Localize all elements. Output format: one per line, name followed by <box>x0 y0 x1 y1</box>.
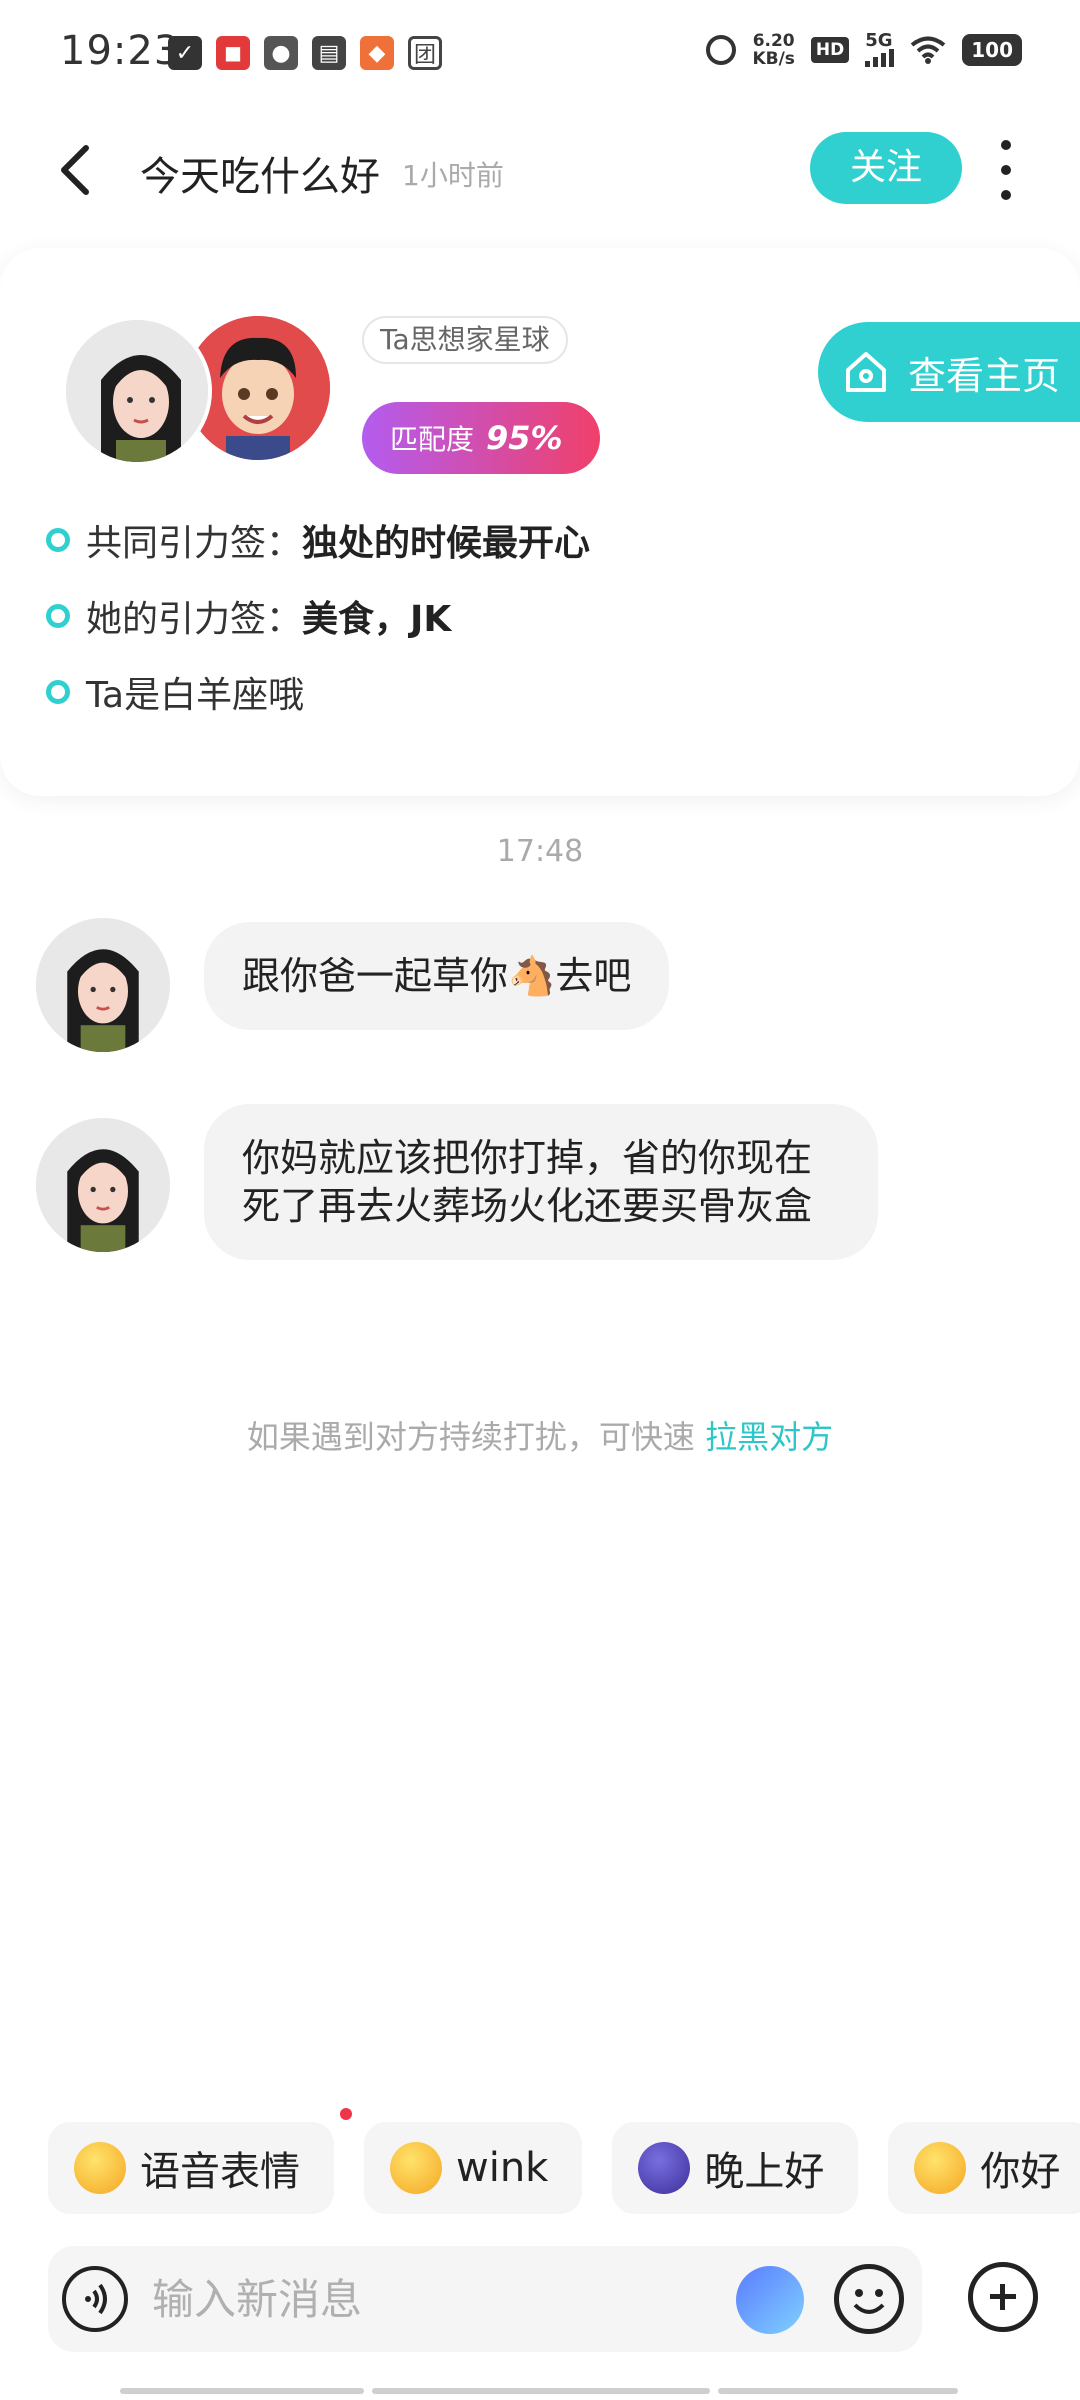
notification-icons: ✓ ◼ ● ▤ ◆ 团 <box>168 36 442 70</box>
her-tag-label: 她的引力签： <box>86 599 303 640</box>
zodiac-line: Ta是白羊座哦 <box>46 666 304 718</box>
system-indicators: 6.20 KB/s HD 5G 100 <box>706 32 1022 68</box>
wink-emoji-icon <box>390 2142 442 2194</box>
view-homepage-button[interactable]: 查看主页 <box>818 322 1080 422</box>
moon-emoji-icon <box>638 2142 691 2194</box>
quick-reply-chip[interactable]: 你好 <box>888 2122 1080 2214</box>
gesture-bar <box>718 2388 958 2394</box>
quick-reply-chip[interactable]: 晚上好 <box>612 2122 859 2214</box>
quick-reply-bar: 语音表情 wink 晚上好 你好 <box>48 2108 1080 2214</box>
home-icon <box>846 352 886 392</box>
bus-card-icon: ▤ <box>312 36 346 70</box>
emoji-picker-icon[interactable] <box>834 2264 904 2334</box>
message-bubble[interactable]: 跟你爸一起草你🐴去吧 <box>204 922 670 1030</box>
block-hint: 如果遇到对方持续打扰，可快速 拉黑对方 <box>0 1412 1080 1458</box>
net-speed-unit: KB/s <box>752 49 795 69</box>
status-time: 19:23 <box>60 28 181 74</box>
gesture-bar <box>372 2388 710 2394</box>
match-score-badge: 匹配度 95% <box>362 402 600 474</box>
match-label: 匹配度 <box>390 423 475 456</box>
add-attachment-icon[interactable] <box>968 2262 1038 2332</box>
quick-reply-label: wink <box>456 2145 549 2191</box>
last-active-time: 1小时前 <box>402 159 504 192</box>
quick-reply-chip[interactable]: wink <box>364 2122 583 2214</box>
hd-badge: HD <box>810 37 850 63</box>
message-input[interactable] <box>152 2246 752 2352</box>
shopping-app-icon: ◼ <box>216 36 250 70</box>
group-buy-icon: 团 <box>408 36 442 70</box>
check-clipboard-icon: ✓ <box>168 36 202 70</box>
network-speed: 6.20 KB/s <box>752 32 794 68</box>
bullet-circle-icon <box>46 680 70 704</box>
common-tag-label: 共同引力签： <box>86 523 303 564</box>
zodiac-text: Ta是白羊座哦 <box>86 675 305 716</box>
signal-indicator: 5G <box>865 30 895 67</box>
planet-tag: Ta思想家星球 <box>362 316 568 364</box>
ai-assistant-icon[interactable] <box>736 2266 804 2334</box>
message-input-bar <box>48 2246 922 2352</box>
wifi-icon <box>910 36 946 64</box>
sender-avatar[interactable] <box>36 918 170 1052</box>
partner-avatar[interactable] <box>62 316 212 466</box>
common-tag-line: 共同引力签： 独处的时候最开心 <box>46 514 590 566</box>
alarm-icon <box>706 35 737 65</box>
net-speed-value: 6.20 <box>752 31 795 51</box>
message-timestamp: 17:48 <box>496 834 584 869</box>
smile-emoji-icon <box>74 2142 126 2194</box>
bullet-circle-icon <box>46 528 70 552</box>
her-tag-value: 美食，JK <box>302 599 452 640</box>
wechat-icon: ● <box>264 36 298 70</box>
gesture-bar <box>120 2388 364 2394</box>
message-bubble[interactable]: 你妈就应该把你打掉，省的你现在死了再去火葬场火化还要买骨灰盒 <box>204 1104 878 1260</box>
quick-reply-chip[interactable]: 语音表情 <box>48 2122 334 2214</box>
more-options-icon[interactable] <box>996 140 1016 200</box>
block-user-link[interactable]: 拉黑对方 <box>705 1418 833 1456</box>
quick-reply-label: 语音表情 <box>140 2149 300 2195</box>
network-type: 5G <box>865 30 893 51</box>
chat-title: 今天吃什么好 <box>140 154 380 200</box>
quick-reply-label: 你好 <box>980 2149 1061 2195</box>
follow-button[interactable]: 关注 <box>810 132 962 204</box>
game-app-icon: ◆ <box>360 36 394 70</box>
new-indicator-dot <box>340 2108 352 2120</box>
sender-avatar[interactable] <box>36 1118 170 1252</box>
hello-emoji-icon <box>914 2142 967 2194</box>
status-bar: 19:23 ✓ ◼ ● ▤ ◆ 团 6.20 KB/s HD 5G 100 <box>0 0 1080 110</box>
quick-reply-label: 晚上好 <box>704 2149 825 2195</box>
signal-bars-icon <box>865 49 895 67</box>
common-tag-value: 独处的时候最开心 <box>302 523 591 564</box>
battery-indicator: 100 <box>962 34 1022 66</box>
back-arrow-icon[interactable] <box>50 142 100 198</box>
her-tag-line: 她的引力签： 美食，JK <box>46 590 451 642</box>
match-value: 95% <box>486 419 563 457</box>
block-hint-text: 如果遇到对方持续打扰，可快速 <box>246 1418 695 1456</box>
view-homepage-label: 查看主页 <box>908 353 1061 398</box>
chat-header: 今天吃什么好 1小时前 关注 <box>0 120 1080 220</box>
voice-input-icon[interactable] <box>62 2266 128 2332</box>
bullet-circle-icon <box>46 604 70 628</box>
